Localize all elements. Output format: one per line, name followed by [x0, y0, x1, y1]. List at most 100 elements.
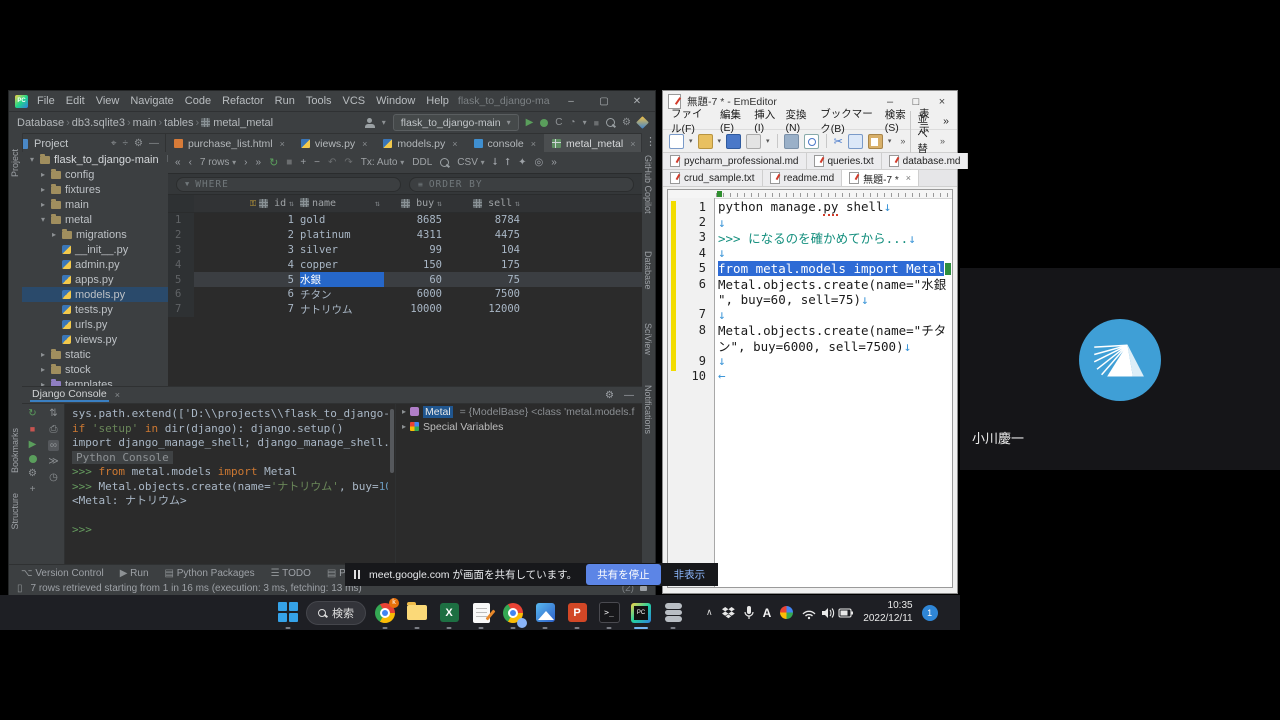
new-file-icon[interactable] [669, 134, 684, 149]
orderby-filter-input[interactable]: ≡ ORDER BY [409, 177, 634, 192]
add-row-icon[interactable]: + [300, 157, 306, 168]
where-filter-input[interactable]: ▼ WHERE [176, 177, 401, 192]
toolwindow-button-run[interactable]: ▶ Run [120, 568, 149, 579]
taskbar-photos[interactable] [532, 600, 558, 626]
taskbar-chrome-1[interactable]: k [372, 600, 398, 626]
tree-item-flask_to_django-main[interactable]: ▾flask_to_django-mainD:\pro [22, 152, 168, 167]
tab-models.py[interactable]: models.py× [375, 134, 465, 153]
resume-icon[interactable]: ▶ [29, 439, 37, 450]
download-icon[interactable]: ⭣ [493, 157, 498, 168]
clock[interactable]: 10:35 2022/12/11 [863, 600, 912, 625]
chevron-right-icon[interactable]: ▸ [402, 422, 406, 431]
toolwindow-project-tab[interactable]: Project [10, 149, 20, 177]
variable-row[interactable]: ▸ Metal = {ModelBase} <class 'metal.mode… [396, 404, 640, 419]
menu-code[interactable]: Code [185, 95, 211, 107]
tree-item-__init__.py[interactable]: __init__.py [22, 242, 168, 257]
plugin-icon[interactable] [636, 116, 649, 129]
column-header-name[interactable]: name ⇅ [298, 198, 384, 209]
lock-icon[interactable] [640, 586, 647, 591]
menu-ファイル(F)[interactable]: ファイル(F) [671, 106, 711, 136]
tree-item-static[interactable]: ▸static [22, 347, 168, 362]
taskbar-chrome-2[interactable] [500, 600, 526, 626]
microphone-icon[interactable] [744, 606, 754, 620]
table-row[interactable]: 33silver99104 [168, 243, 642, 258]
next-page-icon[interactable]: › [244, 157, 247, 168]
table-row[interactable]: 11gold86858784 [168, 213, 642, 228]
meet-participant-tile[interactable]: 小川慶一 [960, 268, 1280, 470]
text-line[interactable]: ン", buy=6000, sell=7500)↓ [668, 338, 952, 353]
table-row[interactable]: 66チタン60007500 [168, 287, 642, 302]
console-output[interactable]: sys.path.extend(['D:\\projects\\flask_to… [72, 407, 388, 568]
close-icon[interactable]: × [932, 96, 952, 108]
menu-edit[interactable]: Edit [66, 95, 85, 107]
more-options-icon[interactable]: ⋮ [645, 135, 656, 148]
tree-item-templates[interactable]: ▸templates [22, 377, 168, 386]
settings-gear-icon[interactable]: ⚙ [28, 468, 37, 479]
toolwindow-sciview-tab[interactable]: SciView [643, 323, 653, 355]
taskbar-excel[interactable]: X [436, 600, 462, 626]
delete-row-icon[interactable]: − [314, 157, 320, 168]
pause-icon[interactable] [354, 570, 360, 579]
taskbar-search[interactable]: 検索 [306, 601, 366, 625]
save-icon[interactable] [726, 134, 741, 149]
start-button[interactable] [276, 600, 300, 626]
menu-help[interactable]: Help [426, 95, 449, 107]
tree-item-apps.py[interactable]: apps.py [22, 272, 168, 287]
run-config-select[interactable]: flask_to_django-main ▾ [393, 114, 519, 131]
network-volume-battery-icons[interactable] [802, 606, 854, 620]
ime-indicator[interactable]: A [763, 606, 772, 620]
tab-無題-7 *[interactable]: 無題-7 *× [842, 170, 919, 186]
google-icon[interactable] [780, 606, 793, 619]
menu-file[interactable]: File [37, 95, 55, 107]
breadcrumb-item[interactable]: Database [17, 117, 64, 129]
tab-purchase_list.html[interactable]: purchase_list.html× [166, 134, 293, 153]
taskbar-explorer[interactable] [404, 600, 430, 626]
breadcrumb-item[interactable]: main [133, 117, 157, 129]
menu-挿入(I)[interactable]: 挿入(I) [754, 107, 776, 134]
prev-page-icon[interactable]: ‹ [189, 157, 192, 168]
menu-ブックマーク(B)[interactable]: ブックマーク(B) [820, 106, 876, 136]
user-icon[interactable] [365, 118, 375, 128]
hide-button[interactable]: 非表示 [670, 567, 710, 582]
menu-編集(E)[interactable]: 編集(E) [720, 107, 745, 134]
column-header-id[interactable]: ⚿ id⇅ [194, 198, 298, 209]
text-line[interactable]: 9↓ [668, 353, 952, 368]
column-header-buy[interactable]: buy⇅ [384, 198, 442, 209]
save-all-icon[interactable] [746, 134, 761, 149]
menu-run[interactable]: Run [275, 95, 295, 107]
search-icon[interactable] [440, 158, 449, 167]
notification-badge[interactable]: 1 [922, 605, 938, 621]
open-file-icon[interactable] [698, 134, 713, 149]
maximize-icon[interactable]: ▢ [592, 96, 616, 107]
last-page-icon[interactable]: » [256, 157, 262, 168]
tray-expand-icon[interactable]: ∧ [706, 607, 713, 618]
table-row[interactable]: 55水銀6075 [168, 272, 642, 287]
paste-icon[interactable] [868, 134, 883, 149]
text-line[interactable]: 1python manage.py shell↓ [668, 199, 952, 214]
tree-item-metal[interactable]: ▾metal [22, 212, 168, 227]
tab-metal_metal[interactable]: metal_metal× [544, 134, 643, 153]
tx-mode-select[interactable]: Tx: Auto ▾ [361, 157, 404, 168]
column-header-sell[interactable]: sell⇅ [442, 198, 520, 209]
close-tab-icon[interactable]: × [452, 139, 457, 149]
stop-sharing-button[interactable]: 共有を停止 [586, 564, 661, 585]
settings-gear-icon[interactable]: ⚙ [605, 390, 614, 401]
attach-debugger-icon[interactable] [29, 455, 37, 463]
refresh-icon[interactable]: ↻ [269, 156, 278, 169]
tab-django-console[interactable]: Django Console [30, 388, 109, 402]
toolwindow-github-copilot-tab[interactable]: GitHub Copilot [643, 155, 653, 214]
toolwindow-button-version-control[interactable]: ⌥ Version Control [21, 568, 104, 579]
tab-console[interactable]: console× [466, 134, 544, 153]
tab-views.py[interactable]: views.py× [293, 134, 376, 153]
taskbar-pycharm[interactable]: PC [628, 600, 654, 626]
ddl-button[interactable]: DDL [412, 157, 432, 168]
close-tab-icon[interactable]: × [906, 173, 911, 183]
chevron-right-icon[interactable]: ▸ [402, 407, 406, 416]
table-row[interactable]: 22platinum43114475 [168, 228, 642, 243]
history-icon[interactable]: ◷ [49, 472, 58, 483]
tab-database.md[interactable]: database.md [882, 153, 969, 169]
breadcrumb[interactable]: Database›db3.sqlite3›main›tables›metal_m… [17, 117, 273, 129]
layout-icon[interactable]: ▯ [17, 583, 23, 594]
table-row[interactable]: 77ナトリウム1000012000 [168, 302, 642, 317]
menu-検索(S)[interactable]: 検索(S) [885, 107, 910, 134]
